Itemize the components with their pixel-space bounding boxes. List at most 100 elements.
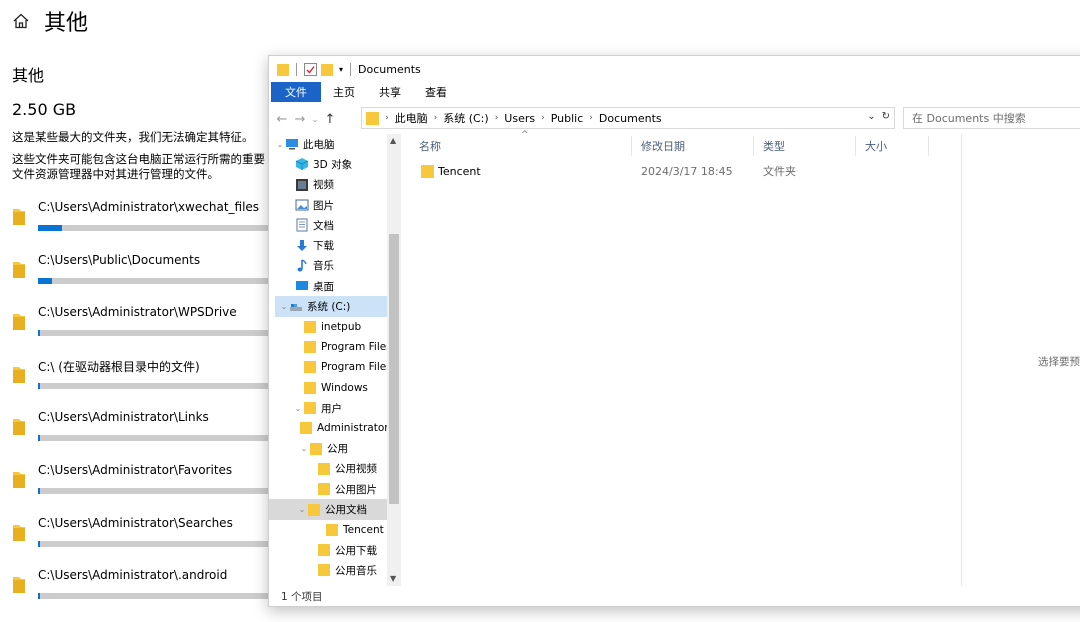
folder-icon [310, 442, 322, 455]
folder-item[interactable]: C:\Users\Administrator\xwechat_files [0, 199, 300, 252]
tree-item-folder[interactable]: 公用音乐 [307, 560, 387, 580]
tree-item-public[interactable]: ⌄ 公用 [299, 439, 387, 459]
chevron-down-icon[interactable]: ⌄ [867, 111, 875, 122]
scroll-down-icon[interactable]: ▼ [390, 574, 396, 583]
new-folder-icon[interactable] [321, 62, 333, 76]
folder-icon [308, 503, 320, 516]
folder-icon [304, 320, 316, 333]
scroll-up-icon[interactable]: ▲ [390, 136, 396, 145]
column-header-type[interactable]: 类型 [763, 134, 785, 158]
tree-item-public-documents[interactable]: ⌄ 公用文档 [269, 499, 387, 520]
sort-arrow-icon: ^ [521, 130, 529, 140]
properties-icon[interactable] [304, 62, 317, 76]
column-header-name[interactable]: 名称 [419, 134, 441, 158]
tree-item-this-pc[interactable]: ⌄ 此电脑 [275, 134, 393, 154]
tree-item-desktop[interactable]: 桌面 [285, 276, 401, 296]
tree-item-downloads[interactable]: 下载 [285, 236, 401, 256]
divider [631, 136, 632, 156]
tree-item-label: 3D 对象 [313, 158, 353, 171]
tab-home[interactable]: 主页 [321, 82, 367, 102]
tree-item-folder[interactable]: inetpub [293, 317, 401, 337]
chevron-down-icon[interactable]: ⌄ [275, 140, 285, 149]
folder-item[interactable]: C:\Users\Administrator\Favorites [0, 462, 300, 515]
tab-file[interactable]: 文件 [271, 82, 321, 102]
up-arrow-icon[interactable]: ↑ [321, 112, 339, 127]
forward-arrow-icon[interactable]: → [291, 112, 309, 127]
folder-icon [13, 261, 25, 278]
tree-item-folder[interactable]: Tencent [315, 520, 387, 540]
tree-item-pictures[interactable]: 图片 [285, 195, 401, 215]
column-header-date[interactable]: 修改日期 [641, 134, 685, 158]
tree-item-folder[interactable]: Windows [293, 378, 401, 398]
tree-item-folder[interactable]: Program Files [293, 357, 401, 377]
folder-item[interactable]: C:\ (在驱动器根目录中的文件) [0, 357, 300, 410]
title-bar: ▾ Documents [269, 56, 1080, 82]
refresh-icon[interactable]: ↻ [882, 111, 890, 122]
usage-bar [38, 593, 278, 600]
scrollbar-thumb[interactable] [389, 234, 399, 504]
tree-item-documents[interactable]: 文档 [285, 215, 401, 235]
breadcrumb-item[interactable]: Public [551, 112, 584, 125]
scrollbar[interactable]: ▲ ▼ [387, 134, 401, 586]
folder-item[interactable]: C:\Users\Administrator\.android [0, 567, 300, 620]
description-text: 这是某些最大的文件夹，我们无法确定其特征。 [12, 130, 254, 144]
3d-objects-icon [295, 158, 309, 171]
preview-pane: 选择要预览 [961, 134, 1080, 586]
chevron-down-icon[interactable]: ⌄ [293, 404, 303, 413]
tab-share[interactable]: 共享 [367, 82, 413, 102]
back-arrow-icon[interactable]: ← [273, 112, 291, 127]
tab-view[interactable]: 查看 [413, 82, 459, 102]
page-title: 其他 [44, 11, 89, 36]
search-input[interactable]: 在 Documents 中搜索 [903, 107, 1080, 129]
tree-item-label: 公用文档 [325, 504, 367, 517]
folder-item[interactable]: C:\Users\Administrator\Links [0, 409, 300, 462]
usage-bar [38, 435, 278, 442]
customize-toolbar-icon[interactable]: ▾ [339, 65, 343, 74]
folder-item[interactable]: C:\Users\Public\Documents [0, 252, 300, 305]
tree-item-music[interactable]: 音乐 [285, 256, 401, 276]
folder-path: C:\ (在驱动器根目录中的文件) [38, 359, 200, 374]
tree-item-3d-objects[interactable]: 3D 对象 [285, 154, 401, 174]
folder-path: C:\Users\Administrator\xwechat_files [38, 200, 260, 214]
breadcrumb-item[interactable]: 系统 (C:) [443, 110, 488, 126]
breadcrumb-item[interactable]: Users [504, 112, 535, 125]
recent-locations-icon[interactable]: ⌄ [309, 115, 321, 124]
file-type: 文件夹 [763, 165, 796, 178]
folder-icon [300, 422, 312, 435]
tree-item-label: 系统 (C:) [307, 301, 351, 314]
folder-item[interactable]: C:\Users\Administrator\WPSDrive [0, 304, 300, 357]
tree-item-folder[interactable]: Program Files [293, 337, 401, 357]
status-bar: 1 个项目 [281, 591, 323, 603]
drive-icon [290, 303, 302, 311]
tree-item-label: 文档 [313, 219, 334, 232]
column-header-size[interactable]: 大小 [865, 134, 887, 158]
ribbon-tabs: 文件 主页 共享 查看 [269, 82, 1080, 102]
tree-item-folder[interactable]: 公用视频 [307, 459, 387, 479]
folder-icon [421, 165, 434, 178]
pc-icon [286, 139, 298, 150]
chevron-right-icon: › [494, 113, 499, 123]
chevron-down-icon[interactable]: ⌄ [297, 505, 307, 514]
tree-item-video[interactable]: 视频 [285, 175, 401, 195]
file-explorer-window: ▾ Documents 文件 主页 共享 查看 ← → ⌄ ↑ › 此电脑 › … [268, 55, 1080, 607]
breadcrumb-item[interactable]: Documents [599, 112, 662, 125]
tree-item-label: 此电脑 [303, 138, 335, 151]
tree-item-folder[interactable]: 公用图片 [307, 479, 387, 499]
breadcrumb-item[interactable]: 此电脑 [395, 110, 428, 126]
chevron-right-icon: › [541, 113, 545, 123]
file-name: Tencent [438, 164, 481, 178]
tree-item-system-c[interactable]: ⌄ 系统 (C:) [275, 296, 387, 317]
chevron-down-icon[interactable]: ⌄ [299, 444, 309, 453]
folder-item[interactable]: C:\Users\Administrator\Searches [0, 515, 300, 568]
chevron-down-icon[interactable]: ⌄ [279, 302, 289, 311]
tree-item-label: Tencent [343, 523, 384, 536]
tree-item-folder[interactable]: 公用下载 [307, 540, 387, 560]
tree-item-label: 音乐 [313, 260, 334, 273]
home-icon[interactable] [12, 12, 30, 30]
address-bar[interactable]: › 此电脑 › 系统 (C:) › Users › Public › Docum… [361, 107, 895, 129]
tree-item-users[interactable]: ⌄ 用户 [293, 398, 401, 418]
section-title: 其他 [12, 66, 45, 85]
folder-icon [318, 462, 330, 475]
file-row[interactable]: Tencent 2024/3/17 18:45 文件夹 [409, 160, 939, 182]
tree-item-folder[interactable]: Administrator [299, 418, 387, 438]
